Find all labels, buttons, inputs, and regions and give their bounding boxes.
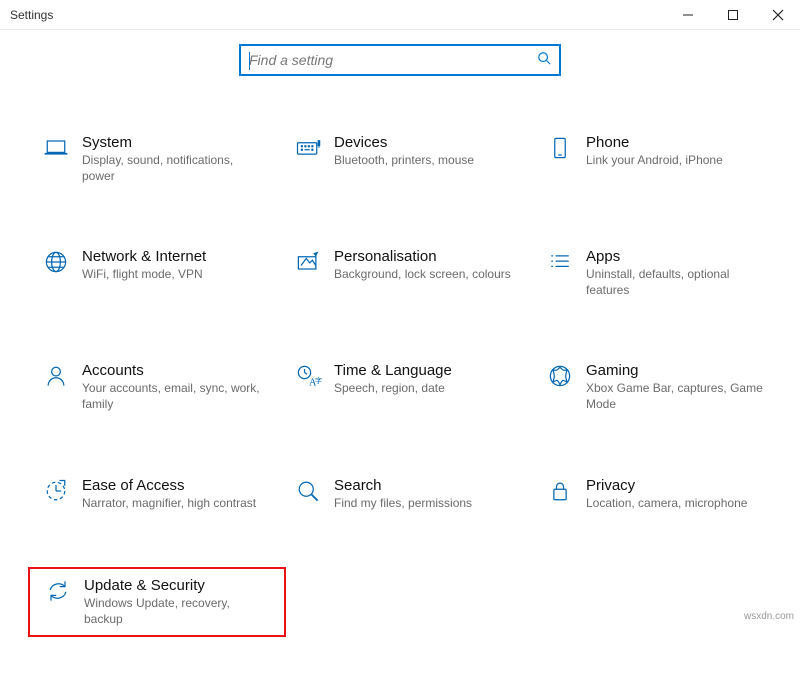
- search-icon: [537, 51, 551, 70]
- tile-gaming[interactable]: Gaming Xbox Game Bar, captures, Game Mode: [532, 354, 784, 420]
- tile-title: Time & Language: [334, 362, 522, 379]
- tile-title: Apps: [586, 248, 774, 265]
- paint-icon: [294, 248, 322, 298]
- tile-desc: WiFi, flight mode, VPN: [82, 267, 262, 283]
- tile-accounts[interactable]: Accounts Your accounts, email, sync, work…: [28, 354, 280, 420]
- tile-personalisation[interactable]: Personalisation Background, lock screen, …: [280, 240, 532, 306]
- tile-title: Update & Security: [84, 577, 274, 594]
- sync-icon: [44, 577, 72, 627]
- tile-ease-of-access[interactable]: Ease of Access Narrator, magnifier, high …: [28, 469, 280, 520]
- tile-desc: Uninstall, defaults, optional features: [586, 267, 766, 298]
- apps-list-icon: [546, 248, 574, 298]
- title-bar: Settings: [0, 0, 800, 30]
- phone-icon: [546, 134, 574, 184]
- tile-title: Ease of Access: [82, 477, 270, 494]
- minimize-icon: [683, 10, 693, 20]
- search-input[interactable]: [249, 52, 537, 68]
- maximize-button[interactable]: [710, 0, 755, 30]
- time-language-icon: A字: [294, 362, 322, 412]
- maximize-icon: [728, 10, 738, 20]
- svg-text:字: 字: [315, 376, 322, 385]
- gaming-icon: [546, 362, 574, 412]
- tile-privacy[interactable]: Privacy Location, camera, microphone: [532, 469, 784, 520]
- tile-phone[interactable]: Phone Link your Android, iPhone: [532, 126, 784, 192]
- magnifier-icon: [294, 477, 322, 512]
- person-icon: [42, 362, 70, 412]
- tile-search[interactable]: Search Find my files, permissions: [280, 469, 532, 520]
- settings-grid: System Display, sound, notifications, pow…: [0, 126, 800, 685]
- close-icon: [772, 9, 784, 21]
- tile-title: Privacy: [586, 477, 774, 494]
- tile-apps[interactable]: Apps Uninstall, defaults, optional featur…: [532, 240, 784, 306]
- text-caret: [249, 52, 250, 70]
- tile-title: Network & Internet: [82, 248, 270, 265]
- tile-desc: Location, camera, microphone: [586, 496, 766, 512]
- tile-title: Accounts: [82, 362, 270, 379]
- minimize-button[interactable]: [665, 0, 710, 30]
- tile-desc: Windows Update, recovery, backup: [84, 596, 264, 627]
- ease-of-access-icon: [42, 477, 70, 512]
- tile-title: Phone: [586, 134, 774, 151]
- window-controls: [665, 0, 800, 30]
- lock-icon: [546, 477, 574, 512]
- tile-title: Devices: [334, 134, 522, 151]
- search-box[interactable]: [239, 44, 561, 76]
- tile-desc: Link your Android, iPhone: [586, 153, 766, 169]
- tile-time-language[interactable]: A字 Time & Language Speech, region, date: [280, 354, 532, 420]
- tile-desc: Find my files, permissions: [334, 496, 514, 512]
- tile-network[interactable]: Network & Internet WiFi, flight mode, VPN: [28, 240, 280, 306]
- tile-title: Personalisation: [334, 248, 522, 265]
- watermark: wsxdn.com: [744, 611, 794, 622]
- tile-title: Search: [334, 477, 522, 494]
- tile-desc: Background, lock screen, colours: [334, 267, 514, 283]
- tile-devices[interactable]: Devices Bluetooth, printers, mouse: [280, 126, 532, 192]
- tile-desc: Bluetooth, printers, mouse: [334, 153, 514, 169]
- tile-desc: Display, sound, notifications, power: [82, 153, 262, 184]
- close-button[interactable]: [755, 0, 800, 30]
- globe-icon: [42, 248, 70, 298]
- tile-title: System: [82, 134, 270, 151]
- tile-title: Gaming: [586, 362, 774, 379]
- window-title: Settings: [0, 8, 53, 22]
- search-container: [0, 44, 800, 76]
- laptop-icon: [42, 134, 70, 184]
- tile-desc: Xbox Game Bar, captures, Game Mode: [586, 381, 766, 412]
- tile-desc: Narrator, magnifier, high contrast: [82, 496, 262, 512]
- tile-system[interactable]: System Display, sound, notifications, pow…: [28, 126, 280, 192]
- tile-desc: Your accounts, email, sync, work, family: [82, 381, 262, 412]
- keyboard-icon: [294, 134, 322, 184]
- tile-update-security[interactable]: Update & Security Windows Update, recover…: [28, 567, 286, 637]
- tile-desc: Speech, region, date: [334, 381, 514, 397]
